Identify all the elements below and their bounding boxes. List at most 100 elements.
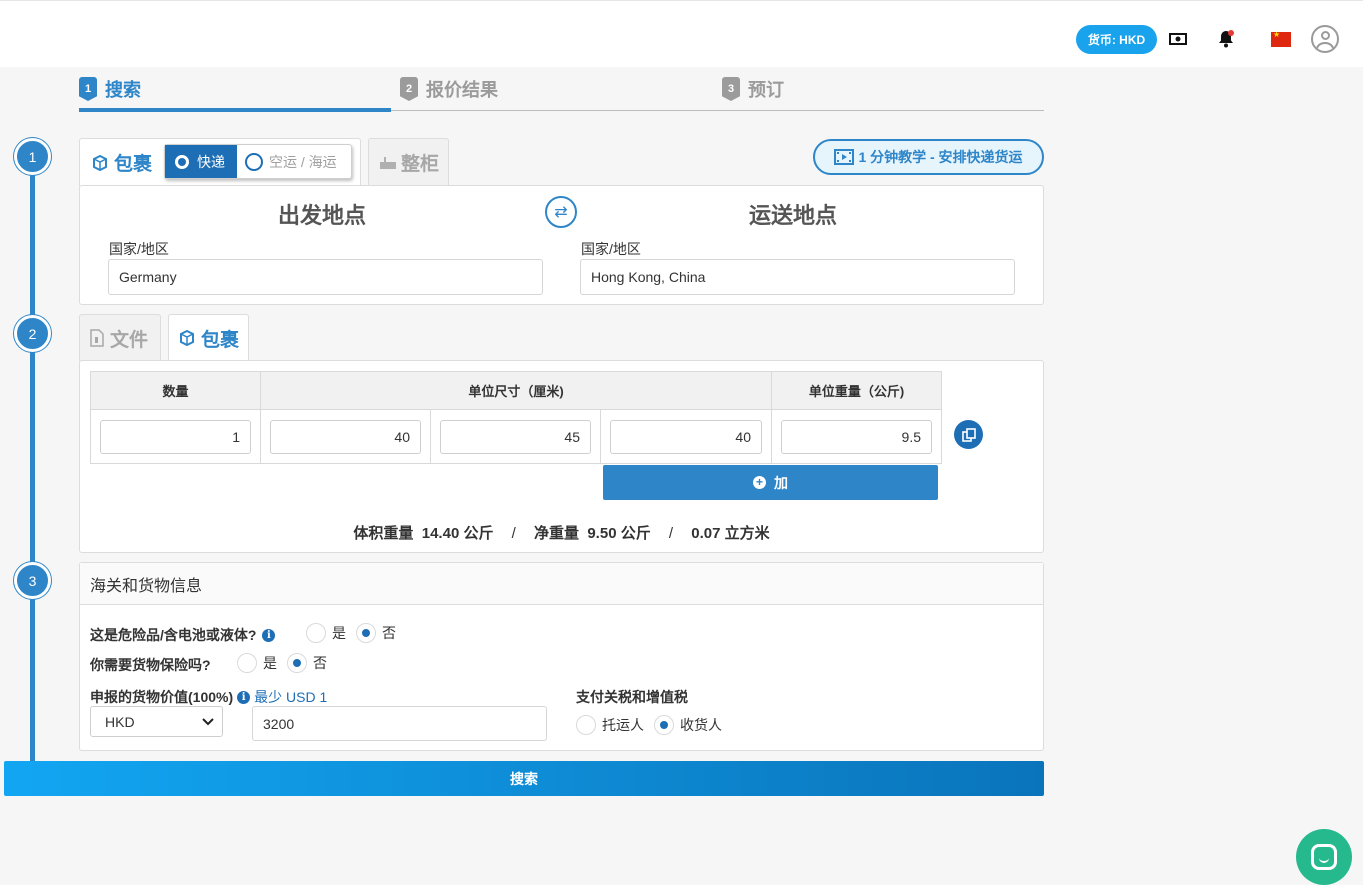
search-button[interactable]: 搜索 xyxy=(4,761,1044,796)
mode-air-sea-option[interactable]: 空运 / 海运 xyxy=(237,145,337,178)
chat-button[interactable] xyxy=(1296,829,1352,885)
tab-label: 文件 xyxy=(110,329,149,351)
document-icon xyxy=(90,329,104,347)
insurance-options: 是 否 xyxy=(237,653,327,673)
bell-icon[interactable] xyxy=(1215,28,1237,50)
active-step-underline xyxy=(79,108,391,112)
duty-payer-options: 托运人 收货人 xyxy=(576,715,722,735)
destination-country-input[interactable]: Hong Kong, China xyxy=(580,259,1015,295)
tab-container-shipment[interactable]: 整柜 xyxy=(368,138,449,186)
step-label: 预订 xyxy=(748,80,784,100)
add-label: 加 xyxy=(774,474,788,491)
no-label: 否 xyxy=(382,625,396,641)
container-icon xyxy=(379,156,397,170)
width-input[interactable]: 45 xyxy=(440,419,591,454)
radio-selected-icon xyxy=(173,152,191,171)
info-icon[interactable]: i xyxy=(237,690,251,704)
step-booking: 3 预订 xyxy=(722,76,784,102)
step-search: 1 搜索 xyxy=(79,76,141,102)
tab-label: 整柜 xyxy=(401,154,440,175)
separator: / xyxy=(511,525,516,542)
step-number: 3 xyxy=(722,77,740,101)
tutorial-label: 1 分钟教学 - 安排快递货运 xyxy=(858,149,1023,165)
consignee-label: 收货人 xyxy=(680,717,722,733)
customs-title: 海关和货物信息 xyxy=(80,563,1043,605)
dangerous-yes-radio[interactable] xyxy=(306,623,326,643)
weight-summary: 体积重量 14.40 公斤 / 净重量 9.50 公斤 / 0.07 立方米 xyxy=(80,522,1043,543)
declared-value-label: 申报的货物价值(100%) xyxy=(90,689,234,705)
shipping-mode-toggle: 快递 空运 / 海运 xyxy=(164,144,352,179)
money-icon[interactable] xyxy=(1167,28,1189,50)
user-avatar-icon[interactable] xyxy=(1311,25,1339,53)
minimum-value-note: 最少 USD 1 xyxy=(254,689,328,705)
swap-locations-button[interactable]: ⇄ xyxy=(545,196,577,228)
duty-payer-label: 支付关税和增值税 xyxy=(576,689,688,705)
chat-icon xyxy=(1311,844,1337,870)
origin-country-label: 国家/地区 xyxy=(109,241,169,257)
plus-icon: + xyxy=(753,476,766,489)
tab-label: 包裹 xyxy=(114,154,153,175)
height-input[interactable]: 40 xyxy=(610,419,762,454)
declared-value-input[interactable]: 3200 xyxy=(252,706,547,741)
quantity-input[interactable]: 1 xyxy=(100,419,251,454)
destination-title: 运送地点 xyxy=(749,203,838,228)
volumetric-weight-value: 14.40 公斤 xyxy=(421,525,494,542)
height-cell: 40 xyxy=(600,409,772,464)
weight-header: 单位重量（公斤) xyxy=(771,371,942,410)
net-weight-label: 净重量 xyxy=(533,525,579,542)
timeline-step-1: 1 xyxy=(14,138,51,175)
top-bar: 货币: HKD xyxy=(0,0,1363,67)
timeline-step-2: 2 xyxy=(14,315,51,352)
copy-icon xyxy=(961,427,976,442)
dangerous-no-radio[interactable] xyxy=(356,623,376,643)
mode-express-option[interactable]: 快递 xyxy=(165,145,237,178)
progress-steps: 1 搜索 2 报价结果 3 预订 xyxy=(79,67,1044,112)
quantity-cell: 1 xyxy=(90,409,261,464)
volumetric-weight-label: 体积重量 xyxy=(353,525,414,542)
currency-select-value: HKD xyxy=(105,713,135,730)
step-number: 2 xyxy=(400,77,418,101)
box-icon xyxy=(179,330,195,346)
tab-document[interactable]: 文件 xyxy=(79,314,161,361)
tab-parcel[interactable]: 包裹 xyxy=(168,314,249,361)
dangerous-goods-options: 是 否 xyxy=(306,623,396,643)
step-label: 搜索 xyxy=(105,80,141,100)
length-input[interactable]: 40 xyxy=(270,419,421,454)
tutorial-video-button[interactable]: 1 分钟教学 - 安排快递货运 xyxy=(813,139,1044,175)
china-flag-icon[interactable] xyxy=(1271,30,1291,47)
destination-country-label: 国家/地区 xyxy=(581,241,641,257)
weight-cell: 9.5 xyxy=(771,409,942,464)
width-cell: 45 xyxy=(430,409,601,464)
mode-label: 快递 xyxy=(197,153,225,170)
consignee-radio[interactable] xyxy=(654,715,674,735)
origin-title: 出发地点 xyxy=(278,203,367,228)
step-results: 2 报价结果 xyxy=(400,76,498,102)
yes-label: 是 xyxy=(263,655,277,671)
currency-button[interactable]: 货币: HKD xyxy=(1076,25,1157,54)
insurance-no-radio[interactable] xyxy=(287,653,307,673)
swap-icon: ⇄ xyxy=(554,204,568,221)
yes-label: 是 xyxy=(332,625,346,641)
radio-empty-icon xyxy=(245,152,263,171)
dangerous-goods-question: 这是危险品/含电池或液体? i xyxy=(90,625,276,645)
chevron-down-icon xyxy=(202,717,214,726)
question-label: 这是危险品/含电池或液体? xyxy=(90,627,257,643)
film-icon xyxy=(834,149,855,165)
insurance-yes-radio[interactable] xyxy=(237,653,257,673)
timeline-step-3: 3 xyxy=(14,562,51,599)
info-icon[interactable]: i xyxy=(262,628,276,642)
table-row: 1 40 45 40 9.5 xyxy=(90,409,942,464)
currency-select[interactable]: HKD xyxy=(90,706,223,737)
length-cell: 40 xyxy=(260,409,431,464)
shipper-label: 托运人 xyxy=(602,717,644,733)
insurance-question: 你需要货物保险吗? xyxy=(90,657,211,673)
shipper-radio[interactable] xyxy=(576,715,596,735)
mode-label: 空运 / 海运 xyxy=(269,153,337,170)
weight-input[interactable]: 9.5 xyxy=(781,419,932,454)
copy-row-button[interactable] xyxy=(954,420,983,449)
step-label: 报价结果 xyxy=(426,80,498,100)
origin-country-input[interactable]: Germany xyxy=(108,259,543,295)
add-package-button[interactable]: + 加 xyxy=(603,465,938,500)
no-label: 否 xyxy=(313,655,327,671)
declared-value-label-row: 申报的货物价值(100%) i 最少 USD 1 xyxy=(90,687,327,707)
